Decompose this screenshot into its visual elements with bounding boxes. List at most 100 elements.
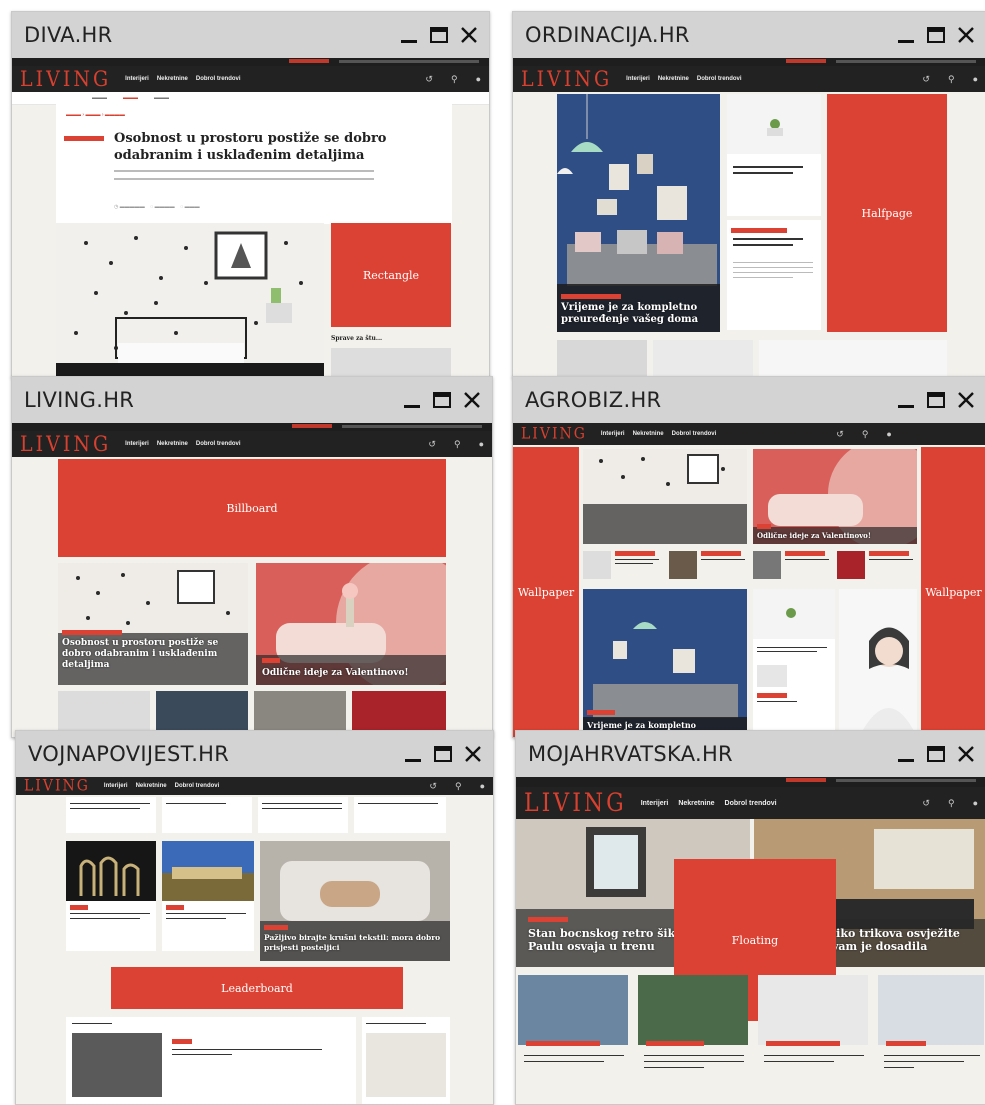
user-icon[interactable]: ● bbox=[476, 74, 481, 85]
window-titlebar[interactable]: AGROBIZ.HR bbox=[513, 377, 985, 423]
maximize-icon[interactable] bbox=[427, 23, 451, 47]
nav-item[interactable]: Interijeri bbox=[641, 800, 669, 807]
window-titlebar[interactable]: DIVA.HR bbox=[12, 12, 489, 58]
article-card[interactable] bbox=[66, 901, 156, 951]
search-icon[interactable]: ⚲ bbox=[862, 429, 869, 440]
share-icon[interactable]: ↺ bbox=[429, 781, 437, 792]
nav-item[interactable]: Interijeri bbox=[125, 441, 149, 447]
nav-item[interactable]: Dobrol trendovi bbox=[697, 76, 742, 82]
featured-caption-left[interactable]: Stan bocnskog retro šika Paulu osvaja u … bbox=[528, 927, 698, 953]
article-card[interactable] bbox=[753, 589, 835, 737]
user-icon[interactable]: ● bbox=[973, 798, 978, 809]
featured-caption[interactable]: Vrijeme je za kompletno preuređenje vaše… bbox=[561, 302, 711, 326]
minimize-icon[interactable] bbox=[894, 23, 918, 47]
site-logo[interactable]: LIVING bbox=[521, 425, 587, 443]
site-logo[interactable]: LIVING bbox=[524, 789, 627, 818]
nav-item[interactable]: Dobrol trendovi bbox=[196, 441, 241, 447]
close-icon[interactable] bbox=[457, 23, 481, 47]
share-icon[interactable]: ↺ bbox=[922, 798, 930, 809]
close-icon[interactable] bbox=[954, 23, 978, 47]
maximize-icon[interactable] bbox=[431, 742, 455, 766]
share-icon[interactable]: ↺ bbox=[425, 74, 433, 85]
nav-item[interactable]: Interijeri bbox=[125, 76, 149, 82]
nav-item[interactable]: Dobrol trendovi bbox=[725, 800, 777, 807]
article-header: ▬▬▬ › ▬▬▬ › ▬▬▬▬ Osobnost u prostoru pos… bbox=[56, 104, 452, 224]
nav-item[interactable]: Nekretnine bbox=[633, 431, 664, 437]
nav-item[interactable]: Nekretnine bbox=[157, 441, 188, 447]
window-ordinacija: ORDINACIJA.HR LIVING Interijeri Nekretni… bbox=[512, 11, 985, 378]
nav-item[interactable]: Dobrol trendovi bbox=[672, 431, 717, 437]
user-icon[interactable]: ● bbox=[973, 74, 978, 85]
window-title: LIVING.HR bbox=[24, 388, 135, 412]
featured-caption-right[interactable]: liko trikova osvježite vam je dosadila bbox=[832, 927, 982, 953]
nav-item[interactable]: Nekretnine bbox=[136, 783, 167, 789]
ad-wallpaper-left[interactable]: Wallpaper bbox=[513, 447, 579, 737]
search-icon[interactable]: ⚲ bbox=[454, 439, 461, 450]
article-headline[interactable]: Osobnost u prostoru postiže se dobro oda… bbox=[114, 130, 404, 164]
nav-item[interactable]: Nekretnine bbox=[678, 800, 714, 807]
close-icon[interactable] bbox=[460, 388, 484, 412]
side-headline[interactable]: Sprave za štu... bbox=[331, 335, 382, 342]
search-icon[interactable]: ⚲ bbox=[948, 798, 955, 809]
close-icon[interactable] bbox=[954, 742, 978, 766]
nav-item[interactable]: Interijeri bbox=[626, 76, 650, 82]
nav-item[interactable]: Dobrol trendovi bbox=[196, 76, 241, 82]
featured-caption[interactable]: Pažljivo birajte krušni tekstil: mora do… bbox=[264, 933, 446, 953]
user-icon[interactable]: ● bbox=[479, 439, 484, 450]
close-icon[interactable] bbox=[954, 388, 978, 412]
site-navbar: LIVING Interijeri Nekretnine Dobrol tren… bbox=[513, 66, 985, 92]
category-tag bbox=[587, 710, 615, 715]
window-titlebar[interactable]: VOJNAPOVIJEST.HR bbox=[16, 731, 493, 777]
site-logo[interactable]: LIVING bbox=[20, 431, 111, 456]
search-icon[interactable]: ⚲ bbox=[948, 74, 955, 85]
share-icon[interactable]: ↺ bbox=[428, 439, 436, 450]
minimize-icon[interactable] bbox=[397, 23, 421, 47]
featured-image-left[interactable] bbox=[583, 449, 747, 544]
site-logo[interactable]: LIVING bbox=[521, 66, 612, 91]
close-icon[interactable] bbox=[461, 742, 485, 766]
window-titlebar[interactable]: MOJAHRVATSKA.HR bbox=[516, 731, 985, 777]
article-card[interactable] bbox=[162, 901, 254, 951]
nav-item[interactable]: Nekretnine bbox=[658, 76, 689, 82]
maximize-icon[interactable] bbox=[924, 23, 948, 47]
share-icon[interactable]: ↺ bbox=[922, 74, 930, 85]
minimize-icon[interactable] bbox=[400, 388, 424, 412]
user-icon[interactable]: ● bbox=[886, 429, 891, 440]
page-viewport: LIVING Interijeri Nekretnine Dobrol tren… bbox=[12, 423, 492, 737]
featured-caption-right[interactable]: Odlične ideje za Valentinovo! bbox=[262, 667, 442, 679]
minimize-icon[interactable] bbox=[894, 742, 918, 766]
ad-billboard[interactable]: Billboard bbox=[58, 459, 446, 557]
article-card[interactable] bbox=[727, 94, 821, 216]
ad-rectangle[interactable]: Rectangle bbox=[331, 223, 451, 327]
caption-top[interactable]: Odlične ideje za Valentinovo! bbox=[757, 531, 917, 540]
window-titlebar[interactable]: ORDINACIJA.HR bbox=[513, 12, 985, 58]
search-icon[interactable]: ⚲ bbox=[455, 781, 462, 792]
minimize-icon[interactable] bbox=[894, 388, 918, 412]
minimize-icon[interactable] bbox=[401, 742, 425, 766]
featured-caption-left[interactable]: Osobnost u prostoru postiže se dobro oda… bbox=[62, 638, 240, 671]
nav-item[interactable]: Nekretnine bbox=[157, 76, 188, 82]
site-logo[interactable]: LIVING bbox=[24, 777, 90, 795]
nav-item[interactable]: Interijeri bbox=[104, 783, 128, 789]
window-title: ORDINACIJA.HR bbox=[525, 23, 690, 47]
search-icon[interactable]: ⚲ bbox=[451, 74, 458, 85]
share-icon[interactable]: ↺ bbox=[836, 429, 844, 440]
ad-wallpaper-right[interactable]: Wallpaper bbox=[921, 447, 985, 737]
maximize-icon[interactable] bbox=[430, 388, 454, 412]
article-image[interactable] bbox=[66, 841, 156, 901]
site-navbar: LIVING Interijeri Nekretnine Dobrol tren… bbox=[12, 66, 489, 92]
user-icon[interactable]: ● bbox=[480, 781, 485, 792]
ad-halfpage[interactable]: Halfpage bbox=[827, 94, 947, 332]
nav-item[interactable]: Interijeri bbox=[601, 431, 625, 437]
featured-image-right[interactable] bbox=[753, 449, 917, 544]
window-agrobiz: AGROBIZ.HR LIVING Interijeri Nekretnine … bbox=[512, 376, 985, 738]
ad-leaderboard[interactable]: Leaderboard bbox=[111, 967, 403, 1009]
maximize-icon[interactable] bbox=[924, 388, 948, 412]
site-logo[interactable]: LIVING bbox=[20, 66, 111, 91]
nav-item[interactable]: Dobrol trendovi bbox=[175, 783, 220, 789]
window-titlebar[interactable]: LIVING.HR bbox=[12, 377, 492, 423]
article-image[interactable] bbox=[162, 841, 254, 901]
maximize-icon[interactable] bbox=[924, 742, 948, 766]
article-card[interactable] bbox=[727, 220, 821, 330]
image-row bbox=[557, 340, 947, 377]
